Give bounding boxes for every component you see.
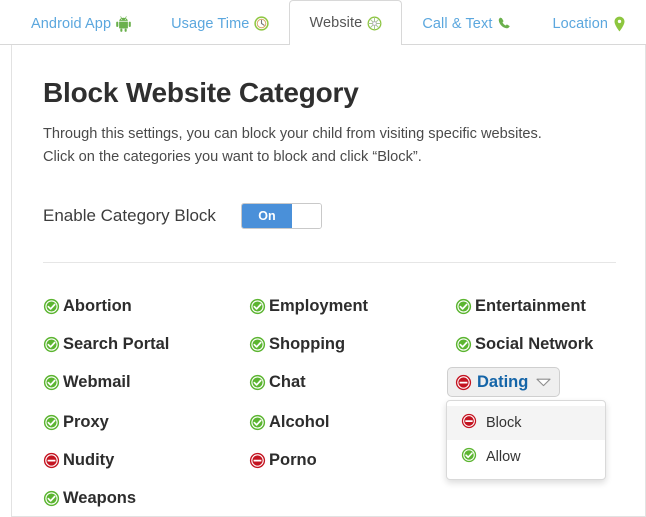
- globe-icon: [367, 16, 382, 31]
- enable-category-block-label: Enable Category Block: [43, 206, 216, 226]
- tab-android-app[interactable]: Android App: [11, 1, 151, 45]
- category-label: Proxy: [63, 412, 109, 431]
- category-label: Chat: [269, 372, 306, 391]
- dropdown-item-allow[interactable]: Allow: [447, 440, 605, 474]
- website-category-page: Android App Usage Time Website Call & Te…: [0, 0, 646, 517]
- category-item-webmail[interactable]: Webmail: [43, 369, 249, 395]
- enable-category-block-toggle[interactable]: On: [240, 203, 322, 230]
- check-icon: [455, 298, 472, 315]
- tab-label: Usage Time: [171, 15, 250, 32]
- dropdown-item-label: Allow: [486, 449, 521, 465]
- category-label: Alcohol: [269, 412, 330, 431]
- check-icon: [249, 298, 266, 315]
- block-icon: [461, 413, 477, 433]
- category-label: Shopping: [269, 334, 346, 353]
- category-item-alcohol[interactable]: Alcohol: [249, 409, 455, 435]
- category-item-shopping[interactable]: Shopping: [249, 331, 455, 357]
- category-label: Nudity: [63, 450, 115, 469]
- check-icon: [249, 336, 266, 353]
- clock-icon: [254, 16, 270, 31]
- check-icon: [43, 298, 60, 315]
- toggle-on-label: On: [241, 204, 292, 229]
- category-label: Search Portal: [63, 334, 170, 353]
- description-line-2: Click on the categories you want to bloc…: [43, 148, 422, 165]
- category-item-abortion[interactable]: Abortion: [43, 293, 249, 319]
- tab-label: Call & Text: [422, 15, 493, 32]
- block-icon: [455, 374, 472, 391]
- category-item-porno[interactable]: Porno: [249, 447, 455, 473]
- category-item-nudity[interactable]: Nudity: [43, 447, 249, 473]
- category-item-entertainment[interactable]: Entertainment: [455, 293, 623, 319]
- tab-label: Android App: [31, 15, 112, 32]
- page-title: Block Website Category: [43, 77, 359, 108]
- category-label: Webmail: [63, 372, 131, 391]
- category-item-search-portal[interactable]: Search Portal: [43, 331, 249, 357]
- map-pin-icon: [613, 16, 626, 32]
- category-item-dating[interactable]: Dating: [447, 367, 561, 398]
- category-label: Entertainment: [475, 296, 586, 315]
- category-label: Social Network: [475, 334, 594, 353]
- tab-label: Location: [552, 15, 609, 32]
- enable-category-block-row: Enable Category Block On: [43, 203, 623, 230]
- category-label: Porno: [269, 450, 317, 469]
- page-description: Through this settings, you can block you…: [43, 123, 623, 168]
- category-label: Employment: [269, 296, 369, 315]
- chevron-down-icon: [536, 377, 551, 387]
- category-label: Weapons: [63, 488, 137, 507]
- category-label: Dating: [477, 372, 529, 391]
- toggle-knob: [291, 204, 321, 229]
- category-item-chat[interactable]: Chat: [249, 369, 455, 395]
- check-icon: [43, 374, 60, 391]
- section-divider: [43, 262, 616, 264]
- category-item-weapons[interactable]: Weapons: [43, 485, 249, 511]
- block-icon: [43, 452, 60, 469]
- dropdown-item-label: Block: [486, 415, 522, 431]
- tab-call-and-text[interactable]: Call & Text: [402, 1, 532, 45]
- category-item-social-network[interactable]: Social Network: [455, 331, 623, 357]
- check-icon: [455, 336, 472, 353]
- tab-usage-time[interactable]: Usage Time: [151, 1, 289, 45]
- tab-location[interactable]: Location: [532, 1, 646, 45]
- check-icon: [249, 414, 266, 431]
- category-label: Abortion: [63, 296, 132, 315]
- dropdown-item-block[interactable]: Block: [447, 406, 605, 440]
- check-icon: [43, 414, 60, 431]
- check-icon: [249, 374, 266, 391]
- category-item-proxy[interactable]: Proxy: [43, 409, 249, 435]
- check-icon: [461, 447, 477, 467]
- android-icon: [116, 15, 131, 32]
- check-icon: [43, 490, 60, 507]
- main-tabs: Android App Usage Time Website Call & Te…: [0, 0, 646, 45]
- description-line-1: Through this settings, you can block you…: [43, 126, 542, 142]
- tab-website[interactable]: Website: [289, 0, 403, 45]
- dating-status-dropdown: Block Allow: [446, 400, 606, 480]
- tab-label: Website: [309, 15, 363, 31]
- phone-icon: [497, 16, 512, 31]
- category-item-employment[interactable]: Employment: [249, 293, 455, 319]
- block-icon: [249, 452, 266, 469]
- check-icon: [43, 336, 60, 353]
